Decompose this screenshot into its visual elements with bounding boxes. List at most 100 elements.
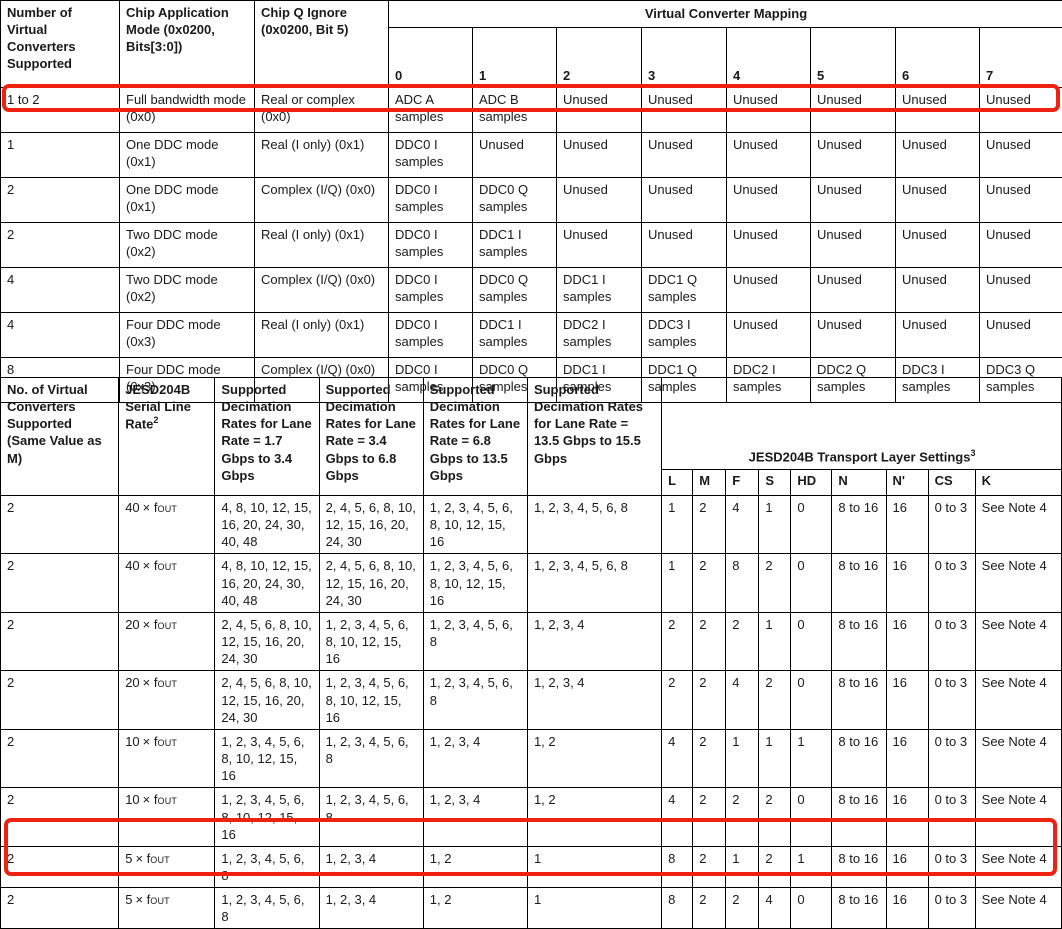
- cell-setting-cs: 0 to 3: [928, 888, 975, 929]
- cell-mapping-2: DDC1 I samples: [557, 268, 642, 313]
- header-transport-layer-footnote: 3: [970, 448, 975, 458]
- cell-decimation-6p8-13p5: 1, 2, 3, 4, 5, 6, 8: [423, 671, 527, 729]
- cell-mapping-1: DDC0 Q samples: [473, 268, 557, 313]
- cell-no-virtual-converters: 2: [1, 788, 119, 846]
- cell-setting-l: 8: [662, 888, 693, 929]
- cell-number-virtual-converters: 4: [1, 268, 120, 313]
- table-row: 1 to 2Full bandwidth mode (0x0)Real or c…: [1, 88, 1062, 133]
- line-rate-multiplier: 40: [125, 500, 139, 515]
- header-transport-layer-settings-group: JESD204B Transport Layer Settings3: [662, 378, 1062, 470]
- cell-mapping-3: Unused: [642, 88, 727, 133]
- cell-setting-n: 8 to 16: [832, 496, 886, 554]
- cell-mapping-3: Unused: [642, 133, 727, 178]
- cell-setting-n-prime: 16: [886, 554, 928, 612]
- cell-decimation-1p7-3p4: 4, 8, 10, 12, 15, 16, 20, 24, 30, 40, 48: [215, 554, 319, 612]
- table2-header-row-top: No. of Virtual Converters Supported (Sam…: [1, 378, 1062, 470]
- cell-decimation-1p7-3p4: 2, 4, 5, 6, 8, 10, 12, 15, 16, 20, 24, 3…: [215, 671, 319, 729]
- line-rate-subscript: OUT: [158, 796, 178, 806]
- cell-setting-n: 8 to 16: [832, 788, 886, 846]
- cell-chip-q-ignore: Complex (I/Q) (0x0): [255, 178, 389, 223]
- cell-mapping-1: DDC0 Q samples: [473, 178, 557, 223]
- cell-setting-s: 1: [759, 612, 791, 670]
- cell-number-virtual-converters: 2: [1, 178, 120, 223]
- cell-setting-m: 2: [693, 846, 726, 887]
- cell-setting-k: See Note 4: [975, 729, 1061, 787]
- cell-decimation-3p4-6p8: 1, 2, 3, 4, 5, 6, 8, 10, 12, 15, 16: [319, 612, 423, 670]
- cell-serial-line-rate: 40 × fOUT: [119, 496, 215, 554]
- header-setting-n: N: [832, 470, 886, 496]
- cell-setting-cs: 0 to 3: [928, 729, 975, 787]
- cell-mapping-7: Unused: [980, 268, 1062, 313]
- header-mapping-index-4: 4: [727, 27, 811, 87]
- cell-setting-hd: 1: [791, 729, 832, 787]
- cell-setting-cs: 0 to 3: [928, 671, 975, 729]
- table1-body: 1 to 2Full bandwidth mode (0x0)Real or c…: [1, 88, 1062, 403]
- cell-number-virtual-converters: 1 to 2: [1, 88, 120, 133]
- line-rate-symbol: × f: [135, 892, 150, 907]
- cell-mapping-4: Unused: [727, 178, 811, 223]
- header-setting-f: F: [726, 470, 759, 496]
- cell-mapping-0: DDC0 I samples: [389, 133, 473, 178]
- header-decimation-1p7-3p4: Supported Decimation Rates for Lane Rate…: [215, 378, 319, 496]
- cell-setting-hd: 0: [791, 496, 832, 554]
- jesd204b-decimation-settings-table: No. of Virtual Converters Supported (Sam…: [0, 377, 1062, 929]
- cell-mapping-2: Unused: [557, 223, 642, 268]
- cell-setting-n: 8 to 16: [832, 846, 886, 887]
- cell-setting-l: 4: [662, 788, 693, 846]
- cell-decimation-6p8-13p5: 1, 2: [423, 846, 527, 887]
- cell-mapping-3: Unused: [642, 178, 727, 223]
- header-no-virtual-converters: No. of Virtual Converters Supported (Sam…: [1, 378, 119, 496]
- cell-setting-n: 8 to 16: [832, 888, 886, 929]
- cell-setting-hd: 0: [791, 554, 832, 612]
- table-row: 220× fOUT2, 4, 5, 6, 8, 10, 12, 15, 16, …: [1, 671, 1062, 729]
- line-rate-subscript: OUT: [158, 504, 178, 514]
- cell-setting-n-prime: 16: [886, 729, 928, 787]
- cell-chip-q-ignore: Real (I only) (0x1): [255, 133, 389, 178]
- cell-decimation-13p5-15p5: 1, 2, 3, 4: [527, 671, 661, 729]
- header-setting-l: L: [662, 470, 693, 496]
- cell-mapping-1: Unused: [473, 133, 557, 178]
- datasheet-page: Number of Virtual Converters Supported C…: [0, 0, 1062, 880]
- cell-decimation-13p5-15p5: 1, 2, 3, 4, 5, 6, 8: [527, 554, 661, 612]
- cell-mapping-5: Unused: [811, 268, 896, 313]
- cell-mapping-7: Unused: [980, 133, 1062, 178]
- cell-mapping-0: DDC0 I samples: [389, 178, 473, 223]
- header-decimation-3p4-6p8: Supported Decimation Rates for Lane Rate…: [319, 378, 423, 496]
- line-rate-multiplier: 10: [125, 734, 139, 749]
- table-row: 240× fOUT4, 8, 10, 12, 15, 16, 20, 24, 3…: [1, 554, 1062, 612]
- cell-setting-hd: 0: [791, 888, 832, 929]
- cell-serial-line-rate: 20× fOUT: [119, 671, 215, 729]
- table-row: 25× fOUT1, 2, 3, 4, 5, 6, 81, 2, 3, 41, …: [1, 846, 1062, 887]
- cell-mapping-5: Unused: [811, 133, 896, 178]
- header-mapping-index-7: 7: [980, 27, 1062, 87]
- cell-mapping-3: DDC3 I samples: [642, 313, 727, 358]
- cell-setting-l: 4: [662, 729, 693, 787]
- cell-no-virtual-converters: 2: [1, 554, 119, 612]
- cell-decimation-6p8-13p5: 1, 2: [423, 888, 527, 929]
- cell-setting-s: 2: [759, 788, 791, 846]
- cell-number-virtual-converters: 2: [1, 223, 120, 268]
- cell-setting-n-prime: 16: [886, 846, 928, 887]
- cell-setting-m: 2: [693, 729, 726, 787]
- cell-setting-f: 1: [726, 729, 759, 787]
- cell-mapping-2: DDC2 I samples: [557, 313, 642, 358]
- cell-decimation-1p7-3p4: 1, 2, 3, 4, 5, 6, 8: [215, 888, 319, 929]
- cell-decimation-3p4-6p8: 2, 4, 5, 6, 8, 10, 12, 15, 16, 20, 24, 3…: [319, 496, 423, 554]
- cell-setting-m: 2: [693, 612, 726, 670]
- line-rate-subscript: OUT: [158, 562, 178, 572]
- cell-setting-cs: 0 to 3: [928, 496, 975, 554]
- line-rate-symbol: × f: [143, 500, 158, 515]
- cell-setting-k: See Note 4: [975, 671, 1061, 729]
- header-setting-m: M: [693, 470, 726, 496]
- cell-setting-hd: 0: [791, 612, 832, 670]
- cell-setting-m: 2: [693, 496, 726, 554]
- cell-mapping-4: Unused: [727, 88, 811, 133]
- cell-setting-n: 8 to 16: [832, 671, 886, 729]
- cell-setting-f: 4: [726, 496, 759, 554]
- line-rate-symbol: × f: [143, 675, 158, 690]
- table-row: 1One DDC mode (0x1)Real (I only) (0x1)DD…: [1, 133, 1062, 178]
- cell-serial-line-rate: 10× fOUT: [119, 729, 215, 787]
- header-decimation-13p5-15p5: Supported Decimation Rates for Lane Rate…: [527, 378, 661, 496]
- cell-decimation-13p5-15p5: 1: [527, 846, 661, 887]
- line-rate-multiplier: 5: [125, 892, 132, 907]
